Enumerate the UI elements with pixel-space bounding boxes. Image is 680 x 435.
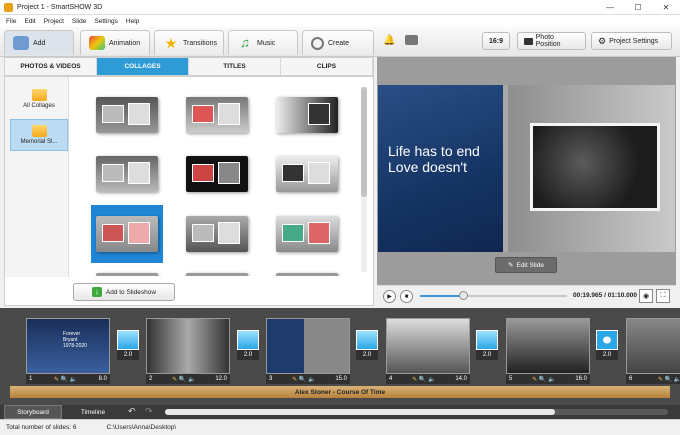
menu-help[interactable]: Help bbox=[126, 18, 139, 25]
time-readout: 00:19.965 / 01:10.000 bbox=[573, 292, 637, 299]
tab-titles[interactable]: TITLES bbox=[189, 58, 281, 75]
menu-slide[interactable]: Slide bbox=[72, 18, 86, 25]
edit-slide-button[interactable]: ✎ Edit Slide bbox=[495, 257, 557, 273]
sub-tabs: PHOTOS & VIDEOS COLLAGES TITLES CLIPS bbox=[4, 57, 374, 76]
fullscreen-icon[interactable]: ⛶ bbox=[656, 289, 670, 303]
collage-thumb[interactable] bbox=[186, 216, 248, 252]
collage-thumb[interactable] bbox=[276, 273, 338, 276]
slide-1-caption: Forever Bryant 1978-2020 bbox=[63, 331, 87, 349]
timeline-scrollbar[interactable] bbox=[165, 409, 668, 415]
slide-thumb-2[interactable]: 2 ✎ 🔍 🔈 12.0 bbox=[146, 318, 234, 384]
undo-icon[interactable]: ↶ bbox=[128, 406, 136, 417]
category-memorial[interactable]: Memorial Sl... bbox=[10, 119, 68, 151]
category-list: All Collages Memorial Sl... bbox=[5, 77, 69, 277]
camera-icon bbox=[524, 37, 533, 45]
vertical-scrollbar[interactable] bbox=[361, 87, 367, 272]
tab-photos-videos[interactable]: PHOTOS & VIDEOS bbox=[5, 58, 97, 75]
menu-edit[interactable]: Edit bbox=[24, 18, 35, 25]
category-all-collages[interactable]: All Collages bbox=[10, 83, 68, 115]
down-arrow-icon: ↓ bbox=[91, 287, 102, 297]
close-button[interactable]: ✕ bbox=[652, 0, 680, 15]
collage-thumb[interactable] bbox=[96, 273, 158, 276]
add-photo-icon bbox=[13, 36, 29, 50]
scroll-thumb[interactable] bbox=[361, 87, 367, 197]
redo-icon[interactable]: ↷ bbox=[145, 406, 153, 417]
maximize-button[interactable]: ☐ bbox=[624, 0, 652, 15]
minimize-button[interactable]: — bbox=[596, 0, 624, 15]
project-settings-button[interactable]: ⚙ Project Settings bbox=[591, 32, 672, 50]
tab-create[interactable]: Create bbox=[302, 30, 374, 55]
music-note-icon: ♫ bbox=[240, 35, 250, 50]
tab-animation[interactable]: Animation bbox=[80, 30, 150, 55]
collage-thumb-selected[interactable] bbox=[96, 216, 158, 252]
collage-thumb[interactable] bbox=[276, 156, 338, 192]
folder-icon bbox=[31, 125, 47, 137]
transition-2[interactable]: 2.0 bbox=[237, 330, 261, 362]
gear-icon: ⚙ bbox=[598, 35, 607, 46]
collage-thumb[interactable] bbox=[186, 156, 248, 192]
aspect-ratio-button[interactable]: 16:9 bbox=[482, 32, 511, 50]
menu-file[interactable]: File bbox=[6, 18, 16, 25]
view-tabs: Storyboard Timeline ↶ ↷ bbox=[0, 405, 680, 419]
tab-music[interactable]: ♫ Music bbox=[228, 30, 298, 55]
slide-caption: Life has to end Love doesn't bbox=[388, 143, 480, 175]
menu-settings[interactable]: Settings bbox=[94, 18, 118, 25]
project-path: C:\Users\Anna\Desktop\ bbox=[106, 424, 177, 431]
collage-thumb[interactable] bbox=[96, 97, 158, 133]
folder-icon bbox=[31, 89, 47, 101]
title-bar: Project 1 - SmartSHOW 3D — ☐ ✕ bbox=[0, 0, 680, 15]
pencil-icon: ✎ bbox=[508, 262, 514, 269]
slide-photo bbox=[530, 123, 660, 211]
transition-5[interactable]: 2.0 bbox=[596, 330, 620, 362]
window-title: Project 1 - SmartSHOW 3D bbox=[17, 3, 103, 11]
collage-grid bbox=[71, 81, 361, 276]
player-controls: ▶ ■ 00:19.965 / 01:10.000 ◉ ⛶ bbox=[377, 285, 676, 306]
collage-thumb[interactable] bbox=[276, 97, 338, 133]
slide-thumb-5[interactable]: 5 ✎ 🔍 🔈 16.0 bbox=[506, 318, 594, 384]
add-to-slideshow-button[interactable]: ↓ Add to Slideshow bbox=[73, 283, 175, 301]
preview-panel: Life has to end Love doesn't ✎ Edit Slid… bbox=[377, 57, 676, 306]
audio-track[interactable]: Alex Stoner - Course Of Time bbox=[10, 386, 670, 398]
main-toolbar: Add Animation ★ Transitions ♫ Music Crea… bbox=[0, 27, 680, 57]
storyboard: Forever Bryant 1978-2020 1 ✎ 🔍 🔈 8.0 2.0 2… bbox=[0, 308, 680, 405]
collage-thumb[interactable] bbox=[186, 273, 248, 276]
tab-collages[interactable]: COLLAGES bbox=[97, 58, 189, 75]
slide-thumb-3[interactable]: 3 ✎ 🔍 🔈 15.0 bbox=[266, 318, 354, 384]
star-icon: ★ bbox=[164, 35, 178, 51]
menu-project[interactable]: Project bbox=[44, 18, 64, 25]
film-reel-icon bbox=[311, 36, 324, 50]
tab-add[interactable]: Add bbox=[4, 30, 74, 55]
transition-1[interactable]: 2.0 bbox=[117, 330, 141, 362]
slide-preview[interactable]: Life has to end Love doesn't bbox=[378, 85, 675, 252]
photo-position-button[interactable]: Photo Position bbox=[517, 32, 586, 50]
tab-clips[interactable]: CLIPS bbox=[281, 58, 373, 75]
bell-icon[interactable]: 🔔 bbox=[383, 35, 395, 46]
palette-icon bbox=[89, 36, 105, 50]
tab-transitions[interactable]: ★ Transitions bbox=[154, 30, 224, 55]
collage-thumb[interactable] bbox=[96, 156, 158, 192]
seek-bar[interactable] bbox=[420, 295, 567, 297]
snapshot-camera-icon[interactable]: ◉ bbox=[639, 289, 653, 303]
play-button[interactable]: ▶ bbox=[383, 290, 396, 303]
slideshow-icon[interactable] bbox=[405, 35, 418, 45]
slide-photo-area bbox=[508, 85, 675, 252]
stop-button[interactable]: ■ bbox=[400, 290, 413, 303]
tab-timeline[interactable]: Timeline bbox=[66, 405, 120, 419]
slide-thumb-4[interactable]: 4 ✎ 🔍 🔈 14.0 bbox=[386, 318, 474, 384]
collage-thumb[interactable] bbox=[276, 216, 338, 252]
slide-text-panel: Life has to end Love doesn't bbox=[378, 85, 503, 252]
slide-thumb-1[interactable]: Forever Bryant 1978-2020 1 ✎ 🔍 🔈 8.0 bbox=[26, 318, 114, 384]
transition-3[interactable]: 2.0 bbox=[356, 330, 380, 362]
tab-storyboard[interactable]: Storyboard bbox=[4, 405, 62, 419]
collage-panel: All Collages Memorial Sl... ↓ Add to Sli… bbox=[4, 76, 374, 306]
app-icon bbox=[4, 2, 13, 12]
seek-handle[interactable] bbox=[459, 291, 468, 300]
slide-thumb-6[interactable]: 6 ✎ 🔍 🔈 bbox=[626, 318, 680, 384]
collage-thumb[interactable] bbox=[186, 97, 248, 133]
status-bar: Total number of slides: 6 C:\Users\Anna\… bbox=[0, 419, 680, 435]
slide-count: Total number of slides: 6 bbox=[6, 424, 77, 431]
menu-bar: File Edit Project Slide Settings Help bbox=[0, 15, 680, 27]
transition-4[interactable]: 2.0 bbox=[476, 330, 500, 362]
slide-tools-icons[interactable]: ✎ 🔍 🔈 bbox=[54, 376, 77, 383]
